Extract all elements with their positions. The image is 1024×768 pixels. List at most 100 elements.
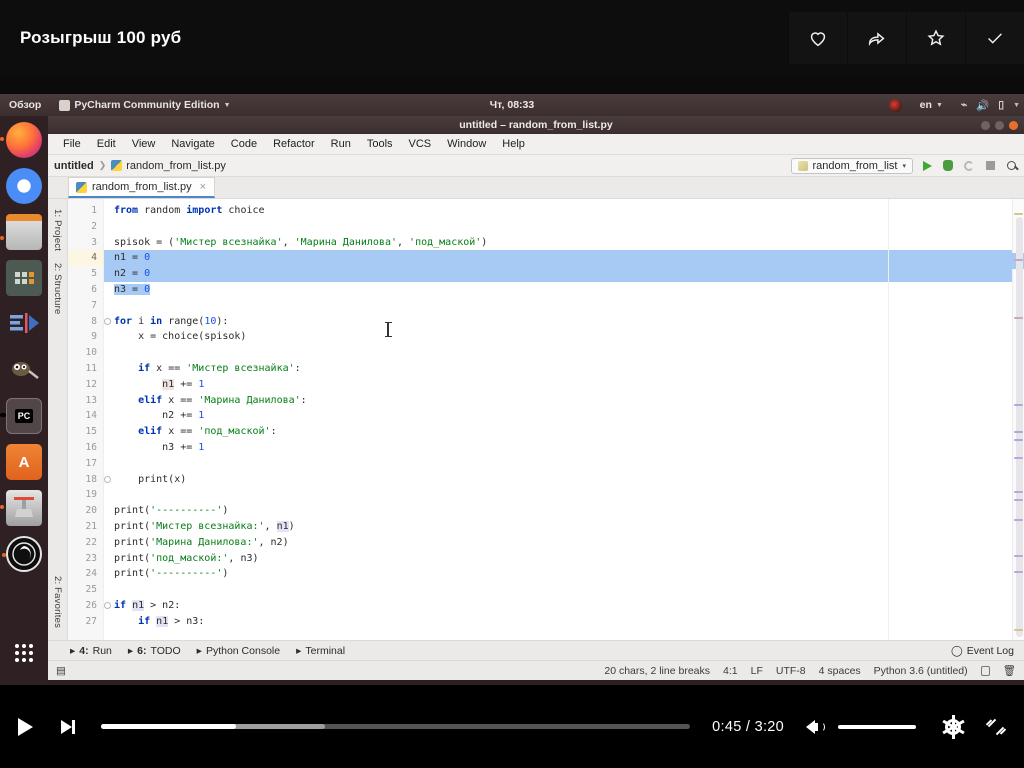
- code-line[interactable]: n1 = 0: [104, 250, 1012, 267]
- breadcrumb-project[interactable]: untitled: [54, 160, 94, 172]
- status-interpreter[interactable]: Python 3.6 (untitled): [874, 665, 968, 677]
- run-button[interactable]: [920, 159, 934, 173]
- sidebar-item-project[interactable]: 1: Project: [50, 203, 65, 257]
- code-line[interactable]: elif x == 'Марина Данилова':: [104, 393, 1012, 409]
- code-line[interactable]: spisok = ('Мистер всезнайка', 'Марина Да…: [104, 235, 1012, 251]
- next-button[interactable]: [61, 719, 75, 734]
- run-configuration-selector[interactable]: random_from_list ▾: [790, 157, 913, 174]
- code-line[interactable]: for i in range(10):: [104, 314, 1012, 330]
- code-line[interactable]: [104, 345, 1012, 361]
- status-toggle-toolbar[interactable]: ▤: [56, 665, 74, 677]
- menu-refactor[interactable]: Refactor: [266, 136, 322, 152]
- dock-installer[interactable]: [0, 490, 42, 526]
- code-line[interactable]: n2 = 0: [104, 266, 1012, 282]
- code-content[interactable]: from random import choice spisok = ('Мист…: [104, 199, 1012, 640]
- dock-gimp[interactable]: [6, 352, 42, 388]
- code-line[interactable]: print(x): [104, 472, 1012, 488]
- code-line[interactable]: n1 += 1: [104, 377, 1012, 393]
- volume-slider[interactable]: [838, 724, 916, 729]
- code-line[interactable]: n3 += 1: [104, 440, 1012, 456]
- code-line[interactable]: print('----------'): [104, 503, 1012, 519]
- favorite-button[interactable]: [907, 12, 965, 64]
- system-menu-icon[interactable]: ▼: [1013, 102, 1020, 109]
- dock-media-player[interactable]: [6, 306, 42, 342]
- tool-tab-todo[interactable]: ▸ 6: TODO: [128, 645, 181, 657]
- dock-ubuntu-software[interactable]: A: [6, 444, 42, 480]
- volume-button[interactable]: [806, 718, 826, 736]
- settings-button[interactable]: [941, 714, 965, 739]
- code-line[interactable]: n3 = 0: [104, 282, 1012, 298]
- menu-run[interactable]: Run: [324, 136, 358, 152]
- breadcrumb-file[interactable]: random_from_list.py: [111, 160, 226, 172]
- code-line[interactable]: [104, 298, 1012, 314]
- status-caret-position[interactable]: 4:1: [723, 665, 738, 677]
- menu-file[interactable]: File: [56, 136, 88, 152]
- active-app-menu[interactable]: PyCharm Community Edition ▼: [50, 99, 239, 111]
- tool-tab-run[interactable]: ▸ 4: Run: [70, 645, 112, 657]
- sidebar-item-structure[interactable]: 2: Structure: [50, 257, 65, 321]
- fullscreen-button[interactable]: [985, 717, 1007, 737]
- code-line[interactable]: [104, 219, 1012, 235]
- dock-firefox[interactable]: [0, 122, 42, 158]
- overview-button[interactable]: Обзор: [0, 99, 50, 111]
- dock-chromium[interactable]: [6, 168, 42, 204]
- volume-icon[interactable]: 🔊: [976, 99, 989, 112]
- share-button[interactable]: [848, 12, 906, 64]
- editor-gutter[interactable]: 1 2 3 4 5 6 7 8 9 10 11 12 13 14 15 16 17 18 19 20 21 22 23 24 2…: [68, 199, 111, 640]
- code-line[interactable]: if x == 'Мистер всезнайка':: [104, 361, 1012, 377]
- trash-icon[interactable]: 🗑: [1003, 664, 1016, 677]
- dock-files[interactable]: [0, 214, 42, 250]
- scrollbar-thumb[interactable]: [1016, 217, 1023, 637]
- debug-button[interactable]: [941, 159, 955, 173]
- menu-code[interactable]: Code: [224, 136, 264, 152]
- obs-tray-icon[interactable]: [888, 98, 902, 112]
- code-line[interactable]: print('Марина Данилова:', n2): [104, 535, 1012, 551]
- menu-help[interactable]: Help: [495, 136, 532, 152]
- close-tab-icon[interactable]: ×: [200, 181, 206, 193]
- code-line[interactable]: x = choice(spisok): [104, 329, 1012, 345]
- code-line[interactable]: [104, 456, 1012, 472]
- menu-vcs[interactable]: VCS: [402, 136, 439, 152]
- editor-scrollbar[interactable]: [1012, 199, 1024, 640]
- dock-calculator[interactable]: [6, 260, 42, 296]
- tool-tab-terminal[interactable]: ▸ Terminal: [296, 645, 345, 657]
- search-everywhere-button[interactable]: [1004, 159, 1018, 173]
- menu-window[interactable]: Window: [440, 136, 493, 152]
- event-log-button[interactable]: ◯ Event Log: [951, 645, 1014, 657]
- status-encoding[interactable]: UTF-8: [776, 665, 806, 677]
- close-button[interactable]: [1009, 120, 1018, 130]
- status-line-separator[interactable]: LF: [751, 665, 763, 677]
- battery-icon[interactable]: ▯: [998, 99, 1004, 111]
- rerun-button[interactable]: [962, 159, 976, 173]
- stop-button[interactable]: [983, 159, 997, 173]
- show-applications-button[interactable]: [6, 635, 42, 671]
- code-line[interactable]: from random import choice: [104, 203, 1012, 219]
- code-line[interactable]: n2 += 1: [104, 408, 1012, 424]
- code-line[interactable]: print('Мистер всезнайка:', n1): [104, 519, 1012, 535]
- menu-edit[interactable]: Edit: [90, 136, 123, 152]
- like-button[interactable]: [789, 12, 847, 64]
- dock-obs[interactable]: [2, 536, 42, 572]
- code-line[interactable]: elif x == 'под_маской':: [104, 424, 1012, 440]
- code-line[interactable]: [104, 582, 1012, 598]
- menu-view[interactable]: View: [125, 136, 163, 152]
- code-line[interactable]: print('под_маской:', n3): [104, 551, 1012, 567]
- keyboard-layout-indicator[interactable]: en ▼: [911, 99, 952, 111]
- menu-navigate[interactable]: Navigate: [164, 136, 221, 152]
- dock-pycharm[interactable]: PC: [0, 398, 42, 434]
- code-line[interactable]: print('----------'): [104, 566, 1012, 582]
- code-line[interactable]: [104, 487, 1012, 503]
- network-icon[interactable]: ⌁: [961, 99, 967, 111]
- tool-tab-python-console[interactable]: ▸ Python Console: [197, 645, 280, 657]
- code-line[interactable]: if n1 > n2:: [104, 598, 1012, 614]
- status-indent[interactable]: 4 spaces: [819, 665, 861, 677]
- watched-button[interactable]: [966, 12, 1024, 64]
- menu-tools[interactable]: Tools: [360, 136, 400, 152]
- lock-icon[interactable]: [980, 665, 990, 676]
- maximize-button[interactable]: [995, 120, 1004, 130]
- editor-tab-random-from-list[interactable]: random_from_list.py ×: [68, 177, 216, 198]
- minimize-button[interactable]: [981, 120, 990, 130]
- panel-clock[interactable]: Чт, 08:33: [490, 99, 534, 111]
- code-line[interactable]: if n1 > n3:: [104, 614, 1012, 630]
- sidebar-item-favorites[interactable]: 2: Favorites: [50, 570, 65, 634]
